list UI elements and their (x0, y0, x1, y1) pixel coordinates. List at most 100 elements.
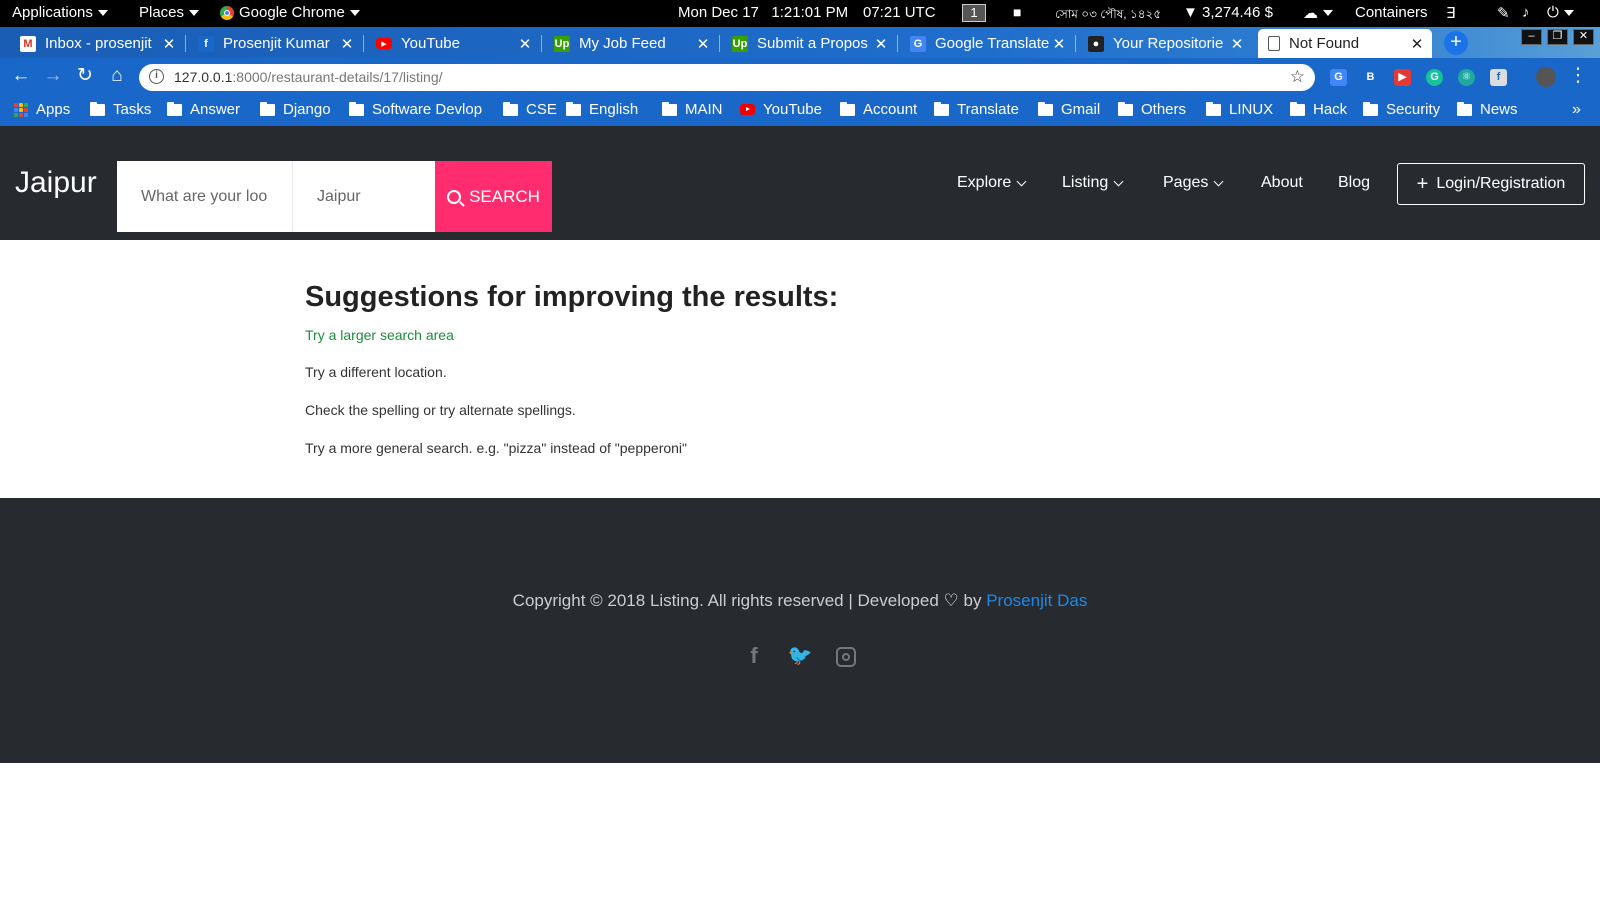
instagram-icon[interactable] (833, 643, 859, 669)
copyright-prefix: Copyright © 2018 Listing. All rights res… (512, 591, 939, 610)
containers-label: Containers (1355, 4, 1428, 21)
bookmark-security[interactable]: Security (1363, 101, 1440, 118)
minimize-button[interactable]: – (1521, 29, 1542, 45)
site-info-icon[interactable]: i (149, 69, 164, 84)
nav-pages-label: Pages (1163, 174, 1209, 191)
restore-button[interactable]: ❐ (1547, 29, 1568, 45)
browser-tab[interactable]: Not Found ✕ (1258, 29, 1432, 58)
nav-explore[interactable]: Explore (957, 174, 1027, 192)
tab-close-icon[interactable]: ✕ (694, 35, 712, 53)
bookmark-label: MAIN (685, 101, 723, 118)
chrome-app-label: Google Chrome (239, 4, 345, 21)
volume-icon[interactable]: ♪ (1522, 4, 1530, 21)
search-button[interactable]: SEARCH (435, 161, 552, 232)
tab-close-icon[interactable]: ✕ (1408, 35, 1426, 53)
new-tab-button[interactable]: + (1444, 31, 1468, 55)
nav-blog[interactable]: Blog (1338, 174, 1370, 192)
react-devtools-icon[interactable]: ⚛ (1458, 69, 1475, 86)
nav-listing[interactable]: Listing (1062, 174, 1124, 192)
bookmark-news[interactable]: News (1457, 101, 1518, 118)
bengali-date: সোম ০৩ পৌষ, ১৪২৫ (1055, 6, 1161, 26)
b-extension-icon[interactable]: B (1362, 69, 1379, 86)
reload-button[interactable]: ↻ (74, 65, 96, 87)
close-window-button[interactable]: ✕ (1573, 29, 1594, 45)
nav-pages[interactable]: Pages (1163, 174, 1224, 192)
camera-icon[interactable]: ■ (1013, 4, 1021, 20)
browser-tab[interactable]: M Inbox - prosenjit ✕ (10, 29, 184, 58)
bookmark-label: Django (283, 101, 331, 118)
tab-close-icon[interactable]: ✕ (1050, 35, 1068, 53)
home-button[interactable]: ⌂ (106, 65, 128, 87)
heart-icon: ♡ (943, 591, 959, 610)
main-content: Suggestions for improving the results: T… (0, 240, 1600, 498)
browser-tab[interactable]: ● Your Repositorie ✕ (1078, 29, 1252, 58)
author-link[interactable]: Prosenjit Das (986, 591, 1087, 610)
bookmark-hack[interactable]: Hack (1290, 101, 1347, 118)
tab-close-icon[interactable]: ✕ (516, 35, 534, 53)
bookmark-translate[interactable]: Translate (934, 101, 1019, 118)
bookmark-software-devlop[interactable]: Software Devlop (349, 101, 482, 118)
clock[interactable]: Mon Dec 17 1:21:01 PM (678, 4, 848, 21)
bookmarks-overflow-icon[interactable]: » (1572, 101, 1581, 119)
upwork-icon: Up (732, 35, 748, 52)
login-registration-button[interactable]: + Login/Registration (1397, 163, 1585, 205)
tab-title: Submit a Propos (757, 35, 868, 52)
bookmark-django[interactable]: Django (260, 101, 331, 118)
bookmark-answer[interactable]: Answer (167, 101, 240, 118)
tab-close-icon[interactable]: ✕ (160, 35, 178, 53)
facebook-extension-icon[interactable]: f (1490, 69, 1507, 86)
search-input[interactable] (117, 161, 292, 232)
folder-icon (260, 101, 275, 116)
tab-title: Google Translate (935, 35, 1050, 52)
facebook-icon[interactable]: f (741, 643, 767, 669)
address-bar[interactable]: i 127.0.0.1:8000/restaurant-details/17/l… (139, 64, 1315, 91)
profile-avatar[interactable] (1536, 67, 1556, 87)
bookmark-apps[interactable]: Apps (14, 101, 70, 118)
browser-tab[interactable]: ▶ YouTube ✕ (366, 29, 540, 58)
tab-close-icon[interactable]: ✕ (338, 35, 356, 53)
bookmark-main[interactable]: MAIN (662, 101, 723, 118)
bookmark-label: Security (1386, 101, 1441, 118)
search-icon (447, 189, 462, 204)
bookmark-star-icon[interactable]: ☆ (1290, 67, 1305, 87)
applications-menu[interactable]: Applications (12, 4, 108, 21)
red-extension-icon[interactable]: ▶ (1394, 69, 1411, 86)
bookmark-linux[interactable]: LINUX (1206, 101, 1273, 118)
nav-about[interactable]: About (1261, 174, 1303, 192)
bookmark-label: LINUX (1229, 101, 1274, 118)
suggestion-item: Check the spelling or try alternate spel… (305, 402, 576, 418)
browser-tab[interactable]: f Prosenjit Kumar ✕ (188, 29, 362, 58)
pen-icon[interactable]: ✎ (1497, 4, 1510, 22)
bookmark-youtube[interactable]: YouTube (740, 101, 822, 118)
browser-tab[interactable]: G Google Translate ✕ (900, 29, 1074, 58)
indicator-icon[interactable]: ∃ (1446, 4, 1455, 22)
forward-button[interactable]: → (42, 65, 64, 87)
grammarly-icon[interactable]: G (1426, 69, 1443, 86)
tab-close-icon[interactable]: ✕ (872, 35, 890, 53)
places-menu[interactable]: Places (139, 4, 200, 21)
location-input[interactable] (292, 161, 435, 232)
chrome-menu-icon[interactable]: ⋮ (1567, 65, 1589, 87)
browser-tab[interactable]: Up Submit a Propos ✕ (722, 29, 896, 58)
chrome-app-menu[interactable]: Google Chrome (220, 4, 360, 21)
browser-tab[interactable]: Up My Job Feed ✕ (544, 29, 718, 58)
back-button[interactable]: ← (10, 65, 32, 87)
site-logo[interactable]: Jaipur (15, 166, 97, 200)
power-menu[interactable]: ⏻ (1547, 4, 1574, 21)
workspace-indicator[interactable]: 1 (962, 4, 986, 22)
bookmark-english[interactable]: English (566, 101, 638, 118)
url-text[interactable]: 127.0.0.1:8000/restaurant-details/17/lis… (174, 69, 443, 85)
bookmark-others[interactable]: Others (1118, 101, 1186, 118)
docker-menu[interactable]: ☁ (1303, 4, 1333, 22)
larger-area-link[interactable]: Try a larger search area (305, 327, 454, 343)
translate-extension-icon[interactable]: G (1330, 69, 1347, 86)
tab-close-icon[interactable]: ✕ (1228, 35, 1246, 53)
bookmark-account[interactable]: Account (840, 101, 917, 118)
crypto-price[interactable]: ▼ 3,274.46 $ (1183, 4, 1273, 21)
bookmark-tasks[interactable]: Tasks (90, 101, 151, 118)
bookmark-gmail[interactable]: Gmail (1038, 101, 1100, 118)
search-button-label: SEARCH (469, 186, 540, 206)
bookmark-cse[interactable]: CSE (503, 101, 557, 118)
twitter-icon[interactable]: 🐦 (787, 643, 813, 669)
containers-menu[interactable]: Containers (1355, 4, 1428, 21)
